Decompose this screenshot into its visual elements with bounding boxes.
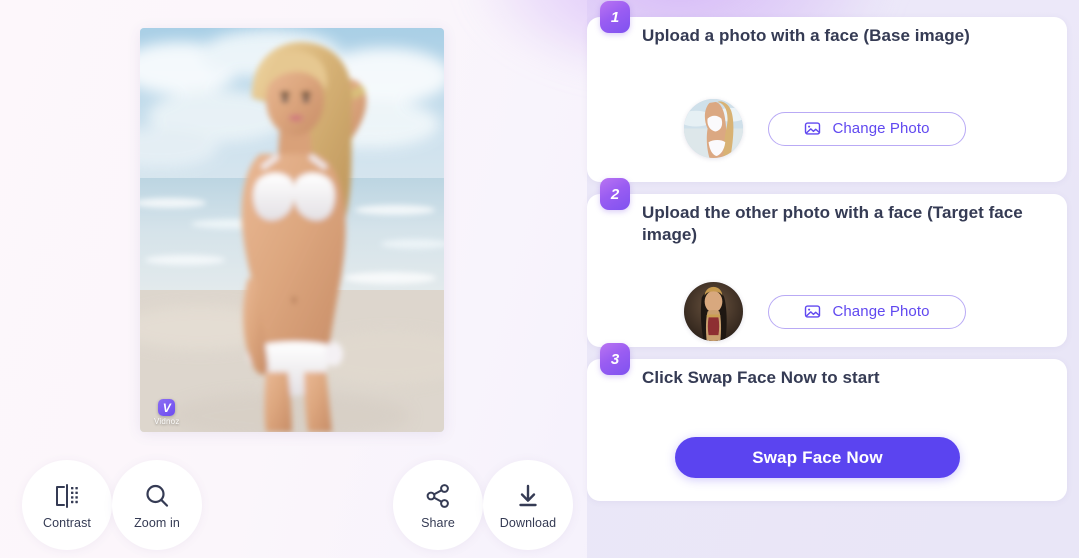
share-label: Share: [421, 515, 455, 530]
zoom-in-label: Zoom in: [134, 515, 180, 530]
share-button[interactable]: Share: [393, 460, 483, 550]
image-icon: [804, 120, 821, 137]
step-card-3: 3 Click Swap Face Now to start Swap Face…: [587, 343, 1067, 501]
step-badge-2: 2: [600, 178, 630, 210]
change-photo-label-1: Change Photo: [832, 120, 930, 137]
contrast-icon: [52, 481, 82, 511]
step-badge-3: 3: [600, 343, 630, 375]
step-1-row: Change Photo: [587, 99, 1067, 158]
download-label: Download: [499, 515, 557, 530]
steps-panel: 1 Upload a photo with a face (Base image…: [587, 0, 1067, 558]
step-2-row: Change Photo: [587, 282, 1067, 341]
download-button[interactable]: Download: [483, 460, 573, 550]
contrast-label: Contrast: [42, 515, 92, 530]
image-icon: [804, 303, 821, 320]
step-card-2: 2 Upload the other photo with a face (Ta…: [587, 178, 1067, 347]
step-title-3: Click Swap Face Now to start: [642, 368, 880, 387]
magnifier-icon: [142, 481, 172, 511]
preview-toolbar: Contrast Zoom in Share Download: [0, 460, 587, 556]
change-photo-button-2[interactable]: Change Photo: [768, 294, 966, 329]
base-thumb-art: [684, 99, 743, 158]
target-face-thumbnail[interactable]: [684, 282, 743, 341]
zoom-in-button[interactable]: Zoom in: [112, 460, 202, 550]
step-title-2: Upload the other photo with a face (Targ…: [642, 203, 1023, 245]
result-image[interactable]: V Vidnoz: [140, 28, 444, 432]
base-image-thumbnail[interactable]: [684, 99, 743, 158]
result-photo: [140, 28, 444, 432]
change-photo-button-1[interactable]: Change Photo: [768, 111, 966, 146]
app-stage: V Vidnoz Contrast Zoom in Share Download…: [0, 0, 1079, 558]
target-thumb-art: [684, 282, 743, 341]
step-title-1: Upload a photo with a face (Base image): [642, 26, 970, 45]
step-badge-1: 1: [600, 1, 630, 33]
swap-face-now-button[interactable]: Swap Face Now: [675, 437, 960, 478]
change-photo-label-2: Change Photo: [832, 303, 930, 320]
step-card-1: 1 Upload a photo with a face (Base image…: [587, 1, 1067, 182]
download-arrow-icon: [513, 481, 543, 511]
share-icon: [423, 481, 453, 511]
preview-area: V Vidnoz Contrast Zoom in Share Download: [0, 0, 587, 558]
contrast-button[interactable]: Contrast: [22, 460, 112, 550]
